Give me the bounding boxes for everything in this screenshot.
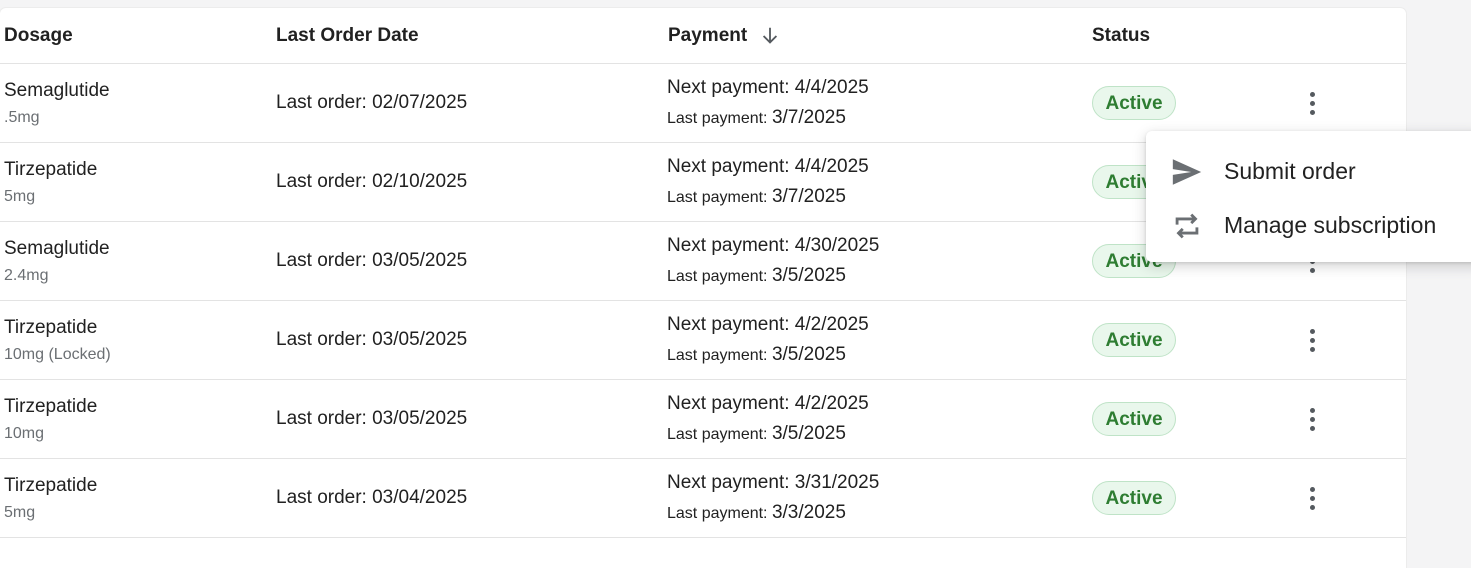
last-payment-label: Last payment: xyxy=(667,505,768,522)
repeat-icon xyxy=(1175,213,1199,239)
subscriptions-table: Dosage Last Order Date Payment Status Se… xyxy=(0,8,1406,568)
next-payment: Next payment: 3/31/2025 xyxy=(667,472,880,493)
last-payment-label: Last payment: xyxy=(667,268,768,285)
last-order-date: Last order: 03/04/2025 xyxy=(276,487,468,508)
last-payment-value: 3/5/2025 xyxy=(771,265,846,286)
medication-name: Semaglutide xyxy=(4,238,110,259)
menu-item-label: Submit order xyxy=(1224,158,1356,184)
last-payment-value: 3/3/2025 xyxy=(771,502,846,523)
medication-name: Tirzepatide xyxy=(4,396,98,417)
last-payment-label: Last payment: xyxy=(667,189,768,206)
next-payment: Next payment: 4/30/2025 xyxy=(667,235,880,256)
menu-item-submit-order[interactable]: Submit order xyxy=(1146,145,1471,195)
table-row: Tirzepatide 10mg (Locked) Last order: 03… xyxy=(0,301,1406,380)
last-payment: Last payment: 3/5/2025 xyxy=(667,344,846,366)
status-badge: Active xyxy=(1092,402,1176,436)
last-order-date: Last order: 02/10/2025 xyxy=(276,171,468,192)
more-options-icon[interactable] xyxy=(1298,402,1326,436)
arrow-down-icon[interactable] xyxy=(759,25,781,47)
table-header: Dosage Last Order Date Payment Status xyxy=(0,8,1406,64)
status-badge: Active xyxy=(1092,323,1176,357)
table-row: Tirzepatide 10mg Last order: 03/05/2025 … xyxy=(0,380,1406,459)
last-payment-value: 3/7/2025 xyxy=(771,107,846,128)
medication-name: Tirzepatide xyxy=(4,475,98,496)
menu-item-manage-subscription[interactable]: Manage subscription xyxy=(1146,199,1471,249)
last-payment: Last payment: 3/7/2025 xyxy=(667,186,846,208)
next-payment: Next payment: 4/4/2025 xyxy=(667,77,869,98)
last-payment: Last payment: 3/5/2025 xyxy=(667,423,846,445)
send-icon xyxy=(1172,159,1202,185)
row-actions-menu: Submit order Manage subscription xyxy=(1146,131,1471,262)
last-payment-label: Last payment: xyxy=(667,110,768,127)
last-payment-label: Last payment: xyxy=(667,426,768,443)
last-payment-value: 3/5/2025 xyxy=(771,344,846,365)
next-payment: Next payment: 4/4/2025 xyxy=(667,156,869,177)
medication-dose: 5mg xyxy=(4,188,36,205)
medication-dose: .5mg xyxy=(4,109,40,126)
medication-dose: 5mg xyxy=(4,504,36,521)
last-payment: Last payment: 3/5/2025 xyxy=(667,265,846,287)
next-payment: Next payment: 4/2/2025 xyxy=(667,393,869,414)
more-options-icon[interactable] xyxy=(1298,481,1326,515)
last-payment: Last payment: 3/3/2025 xyxy=(667,502,846,524)
last-order-date: Last order: 02/07/2025 xyxy=(276,92,468,113)
last-payment-value: 3/7/2025 xyxy=(771,186,846,207)
last-order-date: Last order: 03/05/2025 xyxy=(276,329,468,350)
medication-name: Tirzepatide xyxy=(4,159,98,180)
medication-name: Semaglutide xyxy=(4,80,110,101)
header-payment[interactable]: Payment xyxy=(668,25,747,47)
medication-dose: 10mg (Locked) xyxy=(4,346,111,363)
status-badge: Active xyxy=(1092,86,1176,120)
last-order-date: Last order: 03/05/2025 xyxy=(276,250,468,271)
medication-dose: 10mg xyxy=(4,425,45,442)
header-status[interactable]: Status xyxy=(1092,25,1150,47)
menu-item-label: Manage subscription xyxy=(1224,212,1437,238)
more-options-icon[interactable] xyxy=(1298,86,1326,120)
medication-dose: 2.4mg xyxy=(4,267,49,284)
last-payment-label: Last payment: xyxy=(667,347,768,364)
header-dosage[interactable]: Dosage xyxy=(4,25,73,47)
last-payment-value: 3/5/2025 xyxy=(771,423,846,444)
header-last-order-date[interactable]: Last Order Date xyxy=(276,25,419,47)
last-payment: Last payment: 3/7/2025 xyxy=(667,107,846,129)
table-row: Tirzepatide 5mg Last order: 03/04/2025 N… xyxy=(0,459,1406,538)
medication-name: Tirzepatide xyxy=(4,317,98,338)
next-payment: Next payment: 4/2/2025 xyxy=(667,314,869,335)
status-badge: Active xyxy=(1092,481,1176,515)
more-options-icon[interactable] xyxy=(1298,323,1326,357)
last-order-date: Last order: 03/05/2025 xyxy=(276,408,468,429)
